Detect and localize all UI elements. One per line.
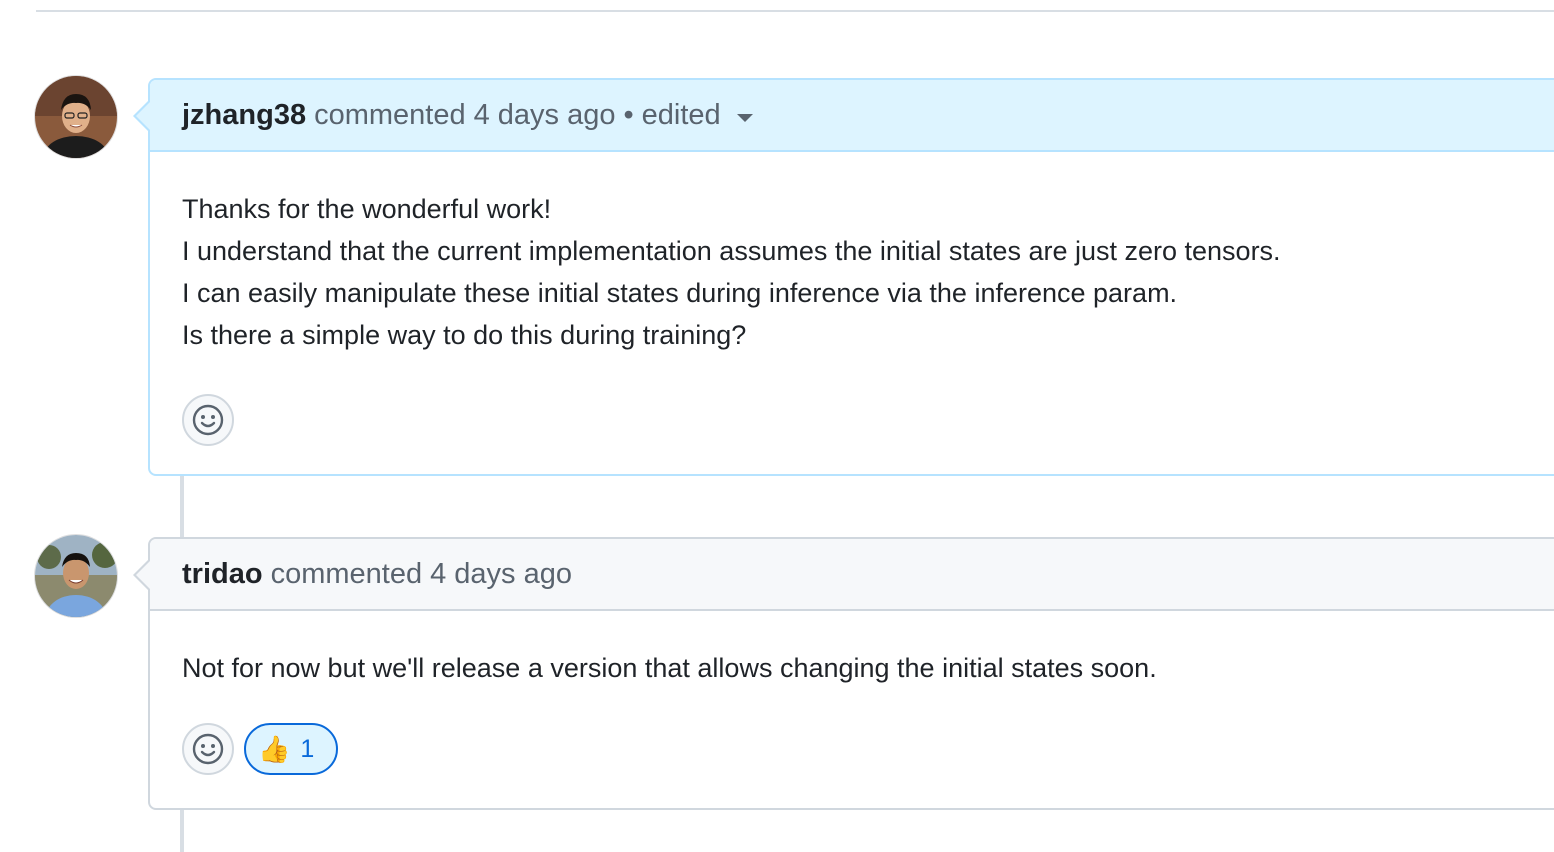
timeline-line [180, 472, 184, 538]
edit-history-dropdown-icon[interactable] [736, 114, 753, 122]
comment-header: jzhang38 commented 4 days ago • edited [150, 80, 1554, 152]
comment-text-line: Not for now but we'll release a version … [182, 653, 1157, 683]
author-link[interactable]: tridao [182, 558, 263, 591]
thumbs-up-reaction-button[interactable]: 👍 1 [244, 723, 339, 775]
reactions-bar [150, 394, 1554, 446]
add-reaction-button[interactable] [182, 394, 234, 446]
comment-jzhang38: jzhang38 commented 4 days ago • edited T… [133, 78, 1554, 476]
reaction-count: 1 [300, 734, 315, 763]
add-reaction-button[interactable] [182, 723, 234, 775]
comment-text-line: Is there a simple way to do this during … [182, 320, 747, 350]
thumbs-up-icon: 👍 [258, 734, 291, 764]
comment-tridao: tridao commented 4 days ago Not for now … [133, 537, 1554, 810]
comment-body: Not for now but we'll release a version … [150, 611, 1554, 689]
edited-label[interactable]: edited [642, 99, 721, 132]
comment-timestamp[interactable]: 4 days ago [430, 558, 572, 591]
comment-body: Thanks for the wonderful work! I underst… [150, 152, 1554, 356]
top-divider [36, 10, 1554, 12]
comment-text-line: I understand that the current implementa… [182, 236, 1281, 266]
avatar-photo [35, 76, 117, 158]
comment-text-line: I can easily manipulate these initial st… [182, 278, 1178, 308]
comment-arrow [136, 561, 150, 589]
avatar-jzhang38[interactable] [35, 76, 117, 158]
avatar-tridao[interactable] [35, 535, 117, 617]
author-link[interactable]: jzhang38 [182, 99, 306, 132]
smiley-icon [192, 404, 224, 436]
comment-action: commented [314, 98, 466, 131]
comment-header: tridao commented 4 days ago [150, 539, 1554, 611]
comment-arrow [136, 102, 150, 130]
timeline-line [180, 806, 184, 852]
avatar-photo [35, 535, 117, 617]
smiley-icon [192, 733, 224, 765]
header-separator: • [623, 98, 634, 131]
comment-timestamp[interactable]: 4 days ago [474, 99, 616, 132]
comment-text-line: Thanks for the wonderful work! [182, 194, 552, 224]
reactions-bar: 👍 1 [150, 723, 1554, 775]
comment-action: commented [270, 557, 423, 590]
